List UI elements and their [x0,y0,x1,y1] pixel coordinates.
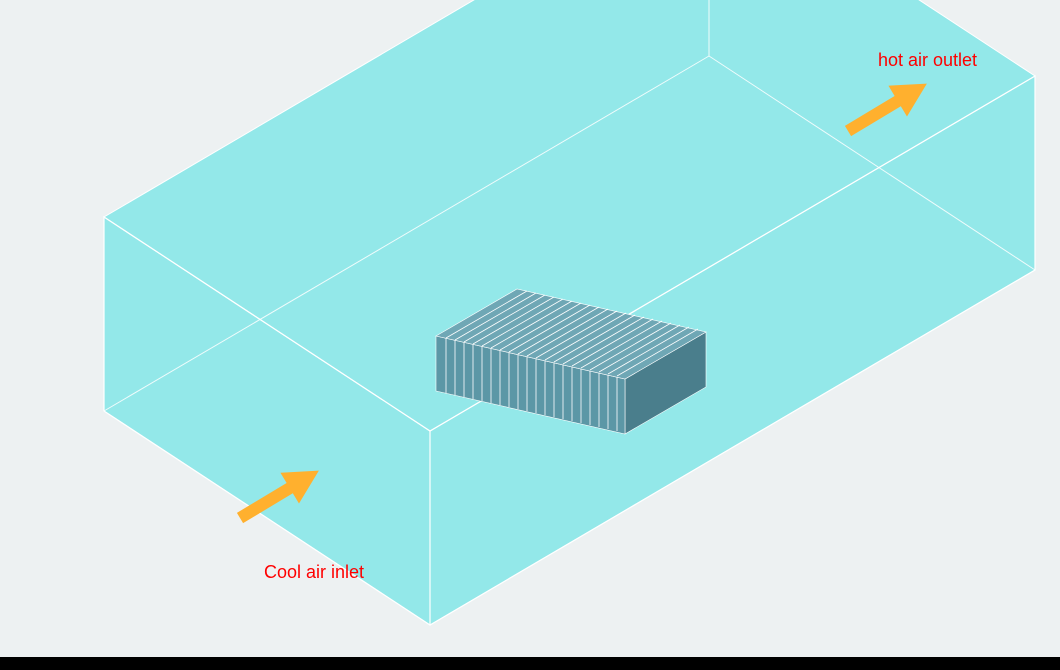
outlet-arrow-icon [839,68,936,146]
bottom-bar [0,657,1060,670]
air-domain-box [104,0,1035,625]
outlet-label: hot air outlet [878,50,977,71]
inlet-label: Cool air inlet [264,562,364,583]
isometric-scene [0,0,1060,670]
heatsink [436,289,706,434]
diagram-stage: Cool air inlet hot air outlet [0,0,1060,670]
inlet-arrow-icon [231,455,328,533]
